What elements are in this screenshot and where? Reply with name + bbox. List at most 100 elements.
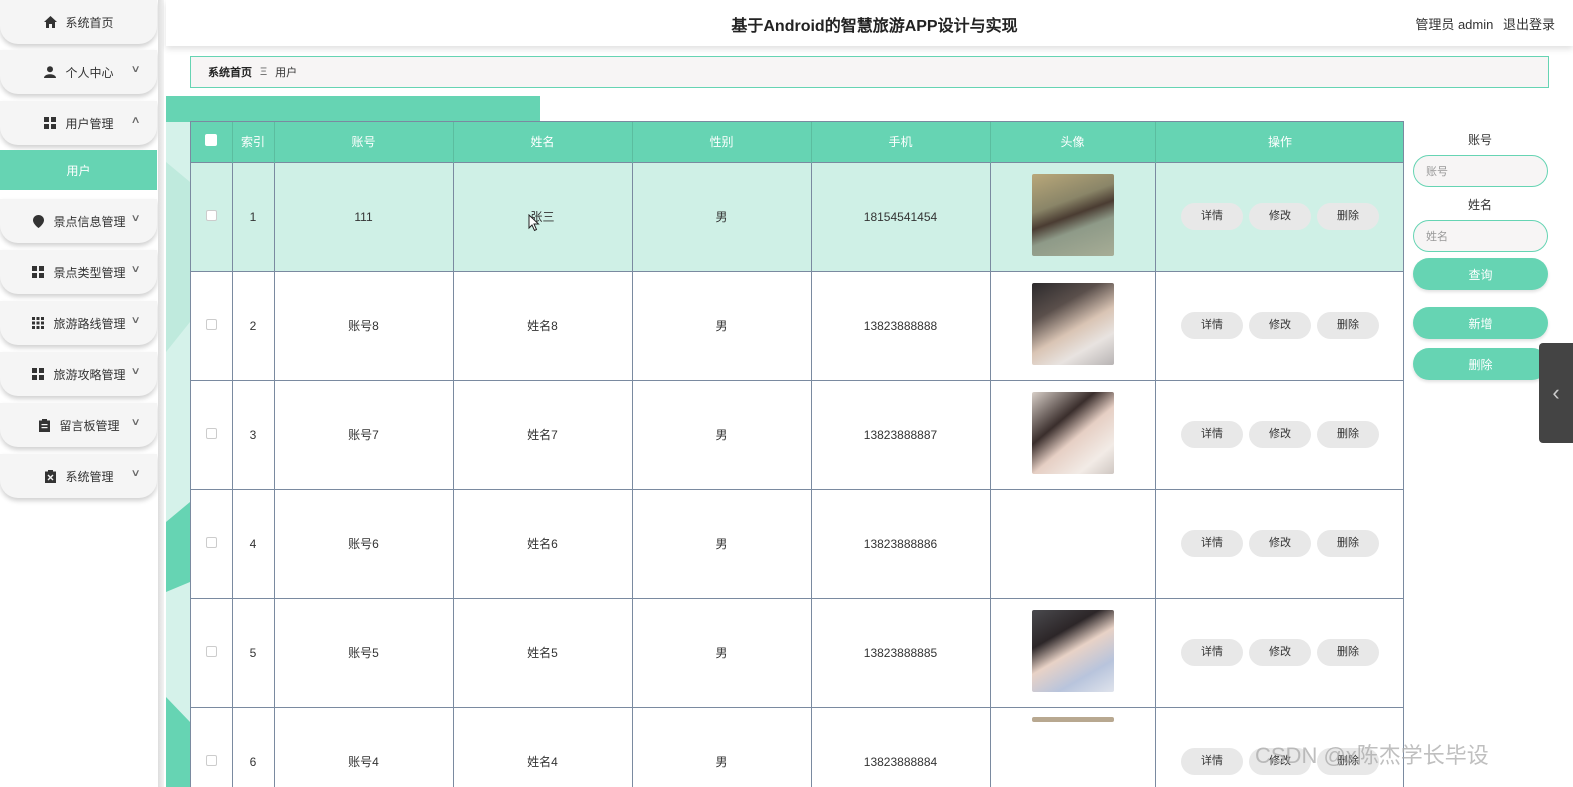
- cell-account: 账号8: [274, 270, 454, 380]
- sidebar-item-home[interactable]: 系统首页: [0, 0, 157, 44]
- cell-phone: 13823888888: [811, 270, 991, 380]
- select-all-checkbox[interactable]: [205, 134, 218, 147]
- avatar: [1031, 174, 1114, 256]
- sidebar-item-label: 旅游路线管理: [53, 316, 126, 331]
- detail-button[interactable]: 详情: [1181, 748, 1243, 776]
- edit-button[interactable]: 修改: [1249, 530, 1311, 557]
- cell-avatar: [990, 597, 1156, 707]
- account-input[interactable]: 账号: [1413, 155, 1548, 187]
- sidebar: 系统首页 个人中心 ∨ 用户管理 ∧ 用户 景点信息管理 ∨ 景点类型管理 ∨: [0, 0, 164, 787]
- row-select-cell: [191, 379, 233, 489]
- page-title: 基于Android的智慧旅游APP设计与实现: [731, 18, 1018, 35]
- sidebar-item-guide[interactable]: 旅游攻略管理 ∨: [0, 352, 157, 396]
- sidebar-subitem-user[interactable]: 用户: [0, 150, 157, 190]
- query-button[interactable]: 查询: [1413, 258, 1548, 290]
- cell-actions: 详情 修改 删除: [1155, 379, 1403, 489]
- apps-icon: [31, 316, 45, 330]
- user-table: 索引 账号 姓名 性别 手机 头像 操作 1 111 张三 男 18154541…: [190, 121, 1404, 787]
- cell-account: 账号6: [274, 488, 454, 598]
- clipboard-x-icon: [43, 469, 57, 483]
- column-header: 姓名: [453, 122, 633, 162]
- sidebar-item-scenic-type[interactable]: 景点类型管理 ∨: [0, 250, 157, 294]
- user-role: 管理员 admin: [1415, 17, 1494, 32]
- table-row[interactable]: 5 账号5 姓名5 男 13823888885 详情 修改 删除: [191, 597, 1403, 707]
- name-label: 姓名: [1467, 198, 1492, 212]
- cell-phone: 13823888884: [811, 706, 991, 787]
- delete-button[interactable]: 删除: [1317, 639, 1379, 666]
- breadcrumb-current: 用户: [275, 67, 298, 79]
- sidebar-item-user-mgmt[interactable]: 用户管理 ∧: [0, 101, 157, 145]
- delete-button[interactable]: 删除: [1317, 312, 1379, 339]
- edit-button[interactable]: 修改: [1249, 203, 1311, 230]
- row-select-cell: [191, 597, 233, 707]
- sidebar-item-label: 景点类型管理: [53, 265, 126, 280]
- edit-button[interactable]: 修改: [1249, 421, 1311, 448]
- delete-button[interactable]: 删除: [1317, 203, 1379, 230]
- edit-button[interactable]: 修改: [1249, 639, 1311, 666]
- delete-button[interactable]: 删除: [1317, 421, 1379, 448]
- cell-actions: 详情 修改 删除: [1155, 488, 1403, 598]
- row-checkbox[interactable]: [205, 754, 217, 766]
- table-row[interactable]: 1 111 张三 男 18154541454 详情 修改 删除: [191, 161, 1403, 271]
- row-checkbox[interactable]: [205, 209, 217, 221]
- detail-button[interactable]: 详情: [1181, 203, 1243, 230]
- sidebar-item-label: 系统首页: [65, 15, 114, 30]
- name-input[interactable]: 姓名: [1413, 220, 1548, 252]
- row-checkbox[interactable]: [205, 318, 217, 330]
- sidebar-subitem-label: 用户: [66, 163, 91, 178]
- sidebar-item-label: 留言板管理: [59, 418, 120, 433]
- add-button[interactable]: 新增: [1413, 307, 1548, 339]
- detail-button[interactable]: 详情: [1181, 421, 1243, 448]
- table-row[interactable]: 6 账号4 姓名4 男 13823888884 详情 修改 删除: [191, 706, 1403, 787]
- delete-button[interactable]: 删除: [1317, 530, 1379, 557]
- cell-account: 账号5: [274, 597, 454, 707]
- table-row[interactable]: 2 账号8 姓名8 男 13823888888 详情 修改 删除: [191, 270, 1403, 380]
- cell-phone: 13823888887: [811, 379, 991, 489]
- decorative-band: [166, 96, 540, 122]
- cell-name: 姓名7: [453, 379, 633, 489]
- collapse-tab[interactable]: ‹: [1539, 343, 1573, 443]
- cell-phone: 18154541454: [811, 161, 991, 271]
- cell-index: 3: [232, 379, 275, 489]
- home-icon: [43, 15, 57, 29]
- cell-gender: 男: [632, 270, 812, 380]
- sidebar-item-label: 用户管理: [65, 116, 114, 131]
- chevron-down-icon: ∨: [130, 366, 141, 377]
- sidebar-item-route[interactable]: 旅游路线管理 ∨: [0, 301, 157, 345]
- chevron-down-icon: ∨: [130, 417, 141, 428]
- breadcrumb-home[interactable]: 系统首页: [208, 64, 252, 80]
- column-header: 操作: [1155, 122, 1403, 162]
- breadcrumb-separator: Ξ: [260, 66, 268, 78]
- sidebar-item-personal[interactable]: 个人中心 ∨: [0, 50, 157, 94]
- row-checkbox[interactable]: [205, 645, 217, 657]
- row-checkbox[interactable]: [205, 536, 217, 548]
- logout-link[interactable]: 退出登录: [1503, 17, 1555, 32]
- user-area: 管理员 admin 退出登录: [1409, 14, 1555, 33]
- sidebar-item-message[interactable]: 留言板管理 ∨: [0, 403, 157, 447]
- batch-delete-button[interactable]: 删除: [1413, 348, 1548, 380]
- pin-icon: [31, 214, 45, 228]
- table-row[interactable]: 4 账号6 姓名6 男 13823888886 详情 修改 删除: [191, 488, 1403, 598]
- avatar: [1031, 283, 1114, 365]
- cell-actions: 详情 修改 删除: [1155, 270, 1403, 380]
- cell-actions: 详情 修改 删除: [1155, 161, 1403, 271]
- row-checkbox[interactable]: [205, 427, 217, 439]
- avatar: [1031, 610, 1114, 692]
- table-row[interactable]: 3 账号7 姓名7 男 13823888887 详情 修改 删除: [191, 379, 1403, 489]
- sidebar-item-scenic-info[interactable]: 景点信息管理 ∨: [0, 199, 157, 243]
- top-header: 基于Android的智慧旅游APP设计与实现 管理员 admin 退出登录: [166, 0, 1573, 46]
- edit-button[interactable]: 修改: [1249, 312, 1311, 339]
- cell-account: 账号4: [274, 706, 454, 787]
- detail-button[interactable]: 详情: [1181, 530, 1243, 557]
- sidebar-item-system[interactable]: 系统管理 ∨: [0, 454, 157, 498]
- clipboard-icon: [37, 418, 51, 432]
- chevron-down-icon: ∨: [130, 213, 141, 224]
- row-select-cell: [191, 488, 233, 598]
- detail-button[interactable]: 详情: [1181, 639, 1243, 666]
- table-header-row: 索引 账号 姓名 性别 手机 头像 操作: [191, 122, 1403, 162]
- cell-index: 2: [232, 270, 275, 380]
- row-select-cell: [191, 706, 233, 787]
- cell-name: 张三: [453, 161, 633, 271]
- detail-button[interactable]: 详情: [1181, 312, 1243, 339]
- cell-avatar: [990, 488, 1156, 598]
